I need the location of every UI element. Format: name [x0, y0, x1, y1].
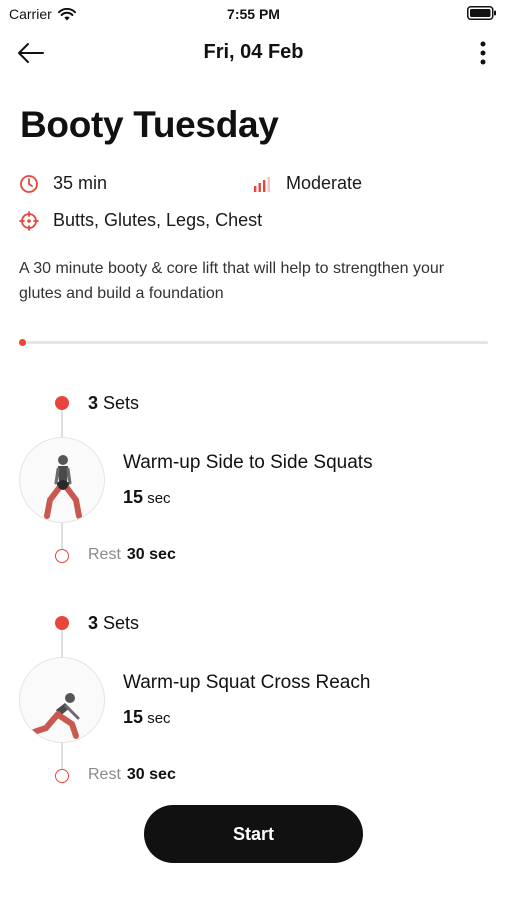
- rest-info: Rest 30 sec: [88, 766, 176, 784]
- sets-marker: [55, 396, 69, 410]
- timeline-connector: [61, 630, 63, 660]
- nav-bar: Fri, 04 Feb: [0, 36, 507, 70]
- timeline-connector: [61, 410, 63, 440]
- exercise-duration: 15 sec: [123, 707, 171, 728]
- clock-icon: [20, 174, 38, 193]
- workout-title: Booty Tuesday: [20, 104, 279, 145]
- signal-bars-icon: [254, 176, 270, 192]
- sets-label: 3 Sets: [88, 613, 139, 634]
- exercise-thumbnail[interactable]: [19, 437, 105, 523]
- rest-value: 30 sec: [126, 766, 176, 783]
- rest-marker: [55, 769, 69, 783]
- squat-cross-reach-figure-image: [31, 693, 80, 739]
- status-time: 7:55 PM: [227, 6, 280, 22]
- rest-marker: [55, 549, 69, 563]
- duration-unit: sec: [147, 490, 171, 507]
- duration-value: 15: [123, 487, 144, 507]
- battery-icon: [467, 6, 496, 20]
- rest-label: Rest: [88, 546, 121, 563]
- sets-unit: Sets: [103, 613, 140, 633]
- duration-text: 35 min: [53, 173, 108, 193]
- exercise-duration: 15 sec: [123, 487, 171, 508]
- duration-value: 15: [123, 707, 144, 727]
- duration-row: 35 min: [19, 173, 107, 194]
- sets-label: 3 Sets: [88, 393, 139, 414]
- sets-count: 3: [88, 393, 99, 413]
- rest-value: 30 sec: [126, 546, 176, 563]
- duration-unit: sec: [147, 710, 171, 727]
- exercise-thumbnail[interactable]: [19, 657, 105, 743]
- sets-count: 3: [88, 613, 99, 633]
- sets-marker: [55, 616, 69, 630]
- exercise-name[interactable]: Warm-up Side to Side Squats: [123, 452, 373, 474]
- target-areas-text: Butts, Glutes, Legs, Chest: [53, 210, 263, 230]
- workout-progress-indicator: [19, 339, 26, 346]
- timeline-connector: [61, 740, 63, 770]
- sets-unit: Sets: [103, 393, 140, 413]
- workout-progress-bar: [22, 341, 488, 344]
- timeline-connector: [61, 520, 63, 550]
- rest-info: Rest 30 sec: [88, 546, 176, 564]
- exercise-name[interactable]: Warm-up Squat Cross Reach: [123, 672, 370, 694]
- date-title: Fri, 04 Feb: [203, 41, 304, 63]
- difficulty-row: Moderate: [252, 173, 362, 194]
- more-vertical-icon[interactable]: [477, 40, 489, 66]
- rest-label: Rest: [88, 766, 121, 783]
- crosshair-icon: [19, 210, 39, 231]
- difficulty-text: Moderate: [286, 173, 363, 193]
- start-button[interactable]: Start: [144, 805, 363, 863]
- workout-description: A 30 minute booty & core lift that will …: [19, 260, 445, 302]
- status-bar: Carrier 7:55 PM: [0, 0, 507, 28]
- target-areas-row: Butts, Glutes, Legs, Chest: [19, 210, 262, 231]
- side-squat-figure-image: [44, 455, 82, 519]
